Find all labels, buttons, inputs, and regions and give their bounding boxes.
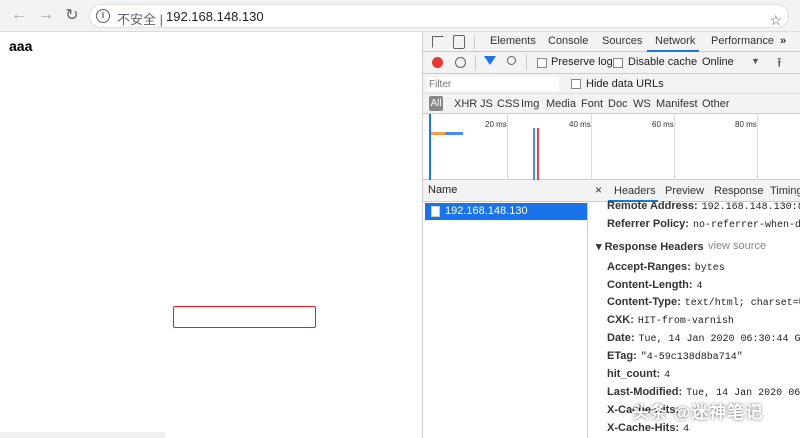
load-marker-blue	[533, 128, 535, 180]
filter-type-media[interactable]: Media	[546, 98, 576, 110]
disable-cache-checkbox[interactable]	[613, 58, 623, 68]
divider	[526, 55, 527, 70]
hide-data-urls-checkbox[interactable]	[571, 79, 581, 89]
filter-type-css[interactable]: CSS	[497, 98, 520, 110]
filter-type-manifest[interactable]: Manifest	[656, 98, 698, 110]
record-icon[interactable]	[432, 57, 443, 68]
tab-headers[interactable]: Headers	[614, 185, 656, 197]
filter-type-ws[interactable]: WS	[633, 98, 651, 110]
tab-performance[interactable]: Performance	[711, 35, 774, 47]
tab-timing[interactable]: Timing	[770, 185, 800, 197]
devtools-tab-bar: Elements Console Sources Network Perform…	[423, 32, 800, 52]
divider	[475, 55, 476, 70]
header-row: Date: Tue, 14 Jan 2020 06:30:44 GMT	[607, 332, 800, 345]
disable-cache-label: Disable cache	[628, 56, 698, 68]
network-overview-timeline[interactable]: 20 ms 40 ms 60 ms 80 ms	[423, 114, 800, 180]
tick-label: 20 ms	[485, 120, 507, 129]
tab-response[interactable]: Response	[714, 185, 764, 197]
header-row-cxk: CXK: HIT-from-varnish	[607, 314, 734, 327]
name-column-header[interactable]: Name	[423, 180, 588, 202]
divider	[474, 35, 475, 49]
request-name: 192.168.148.130	[445, 205, 528, 217]
more-tabs-icon[interactable]: »	[780, 35, 786, 47]
filter-input[interactable]	[427, 77, 559, 91]
import-har-icon[interactable]: ⭱	[777, 54, 782, 76]
tab-preview[interactable]: Preview	[665, 185, 704, 197]
tab-elements[interactable]: Elements	[490, 35, 536, 47]
browser-toolbar: ← → ↻ i 不安全 | 192.168.148.130 ☆	[0, 0, 800, 32]
filter-type-other[interactable]: Other	[702, 98, 730, 110]
network-toolbar: Preserve log Disable cache Online ▼ ⭱	[423, 52, 800, 74]
throttle-select[interactable]: Online	[702, 56, 734, 68]
back-arrow-icon[interactable]: ←	[9, 5, 29, 25]
filter-type-all[interactable]: All	[429, 96, 443, 111]
grid-line	[757, 114, 758, 180]
search-icon[interactable]	[507, 56, 516, 65]
grid-line	[674, 114, 675, 180]
preserve-log-label: Preserve log	[551, 56, 613, 68]
filter-type-doc[interactable]: Doc	[608, 98, 628, 110]
header-row: X-Cache-Hits: 4	[607, 422, 690, 435]
tab-sources[interactable]: Sources	[602, 35, 642, 47]
filter-type-font[interactable]: Font	[581, 98, 603, 110]
response-headers-title[interactable]: ▾ Response Headers	[596, 240, 704, 253]
hide-data-urls-label: Hide data URLs	[586, 78, 664, 90]
filter-type-js[interactable]: JS	[480, 98, 493, 110]
info-icon[interactable]: i	[96, 9, 110, 23]
document-icon	[431, 206, 440, 217]
filter-type-img[interactable]: Img	[521, 98, 539, 110]
request-bar-download	[445, 132, 463, 135]
devtools-panel: Elements Console Sources Network Perform…	[422, 32, 800, 438]
resource-type-filters: All XHR JS CSS Img Media Font Doc WS Man…	[423, 94, 800, 114]
header-row: ETag: "4-59c138d8ba714"	[607, 350, 743, 363]
chevron-down-icon[interactable]: ▼	[751, 56, 760, 66]
filter-type-xhr[interactable]: XHR	[454, 98, 477, 110]
device-toolbar-icon[interactable]	[453, 35, 465, 49]
tick-label: 40 ms	[569, 120, 591, 129]
grid-line	[591, 114, 592, 180]
request-name-column: Name 192.168.148.130	[423, 180, 588, 438]
tick-label: 60 ms	[652, 120, 674, 129]
forward-arrow-icon[interactable]: →	[36, 5, 56, 25]
url-text: 192.168.148.130	[166, 9, 264, 24]
clear-icon[interactable]	[455, 57, 466, 68]
watermark: 头条 @迷神笔记	[632, 403, 764, 422]
highlight-annotation-box	[173, 306, 316, 328]
filter-funnel-icon[interactable]	[484, 56, 496, 65]
header-row: hit_count: 4	[607, 368, 671, 381]
preserve-log-checkbox[interactable]	[537, 58, 547, 68]
inspect-icon[interactable]	[432, 36, 444, 48]
security-label: 不安全 |	[117, 12, 164, 27]
header-row: Accept-Ranges: bytes	[607, 261, 725, 274]
grid-line	[507, 114, 508, 180]
header-row: Content-Length: 4	[607, 279, 703, 292]
tick-label: 80 ms	[735, 120, 757, 129]
details-tab-bar: × Headers Preview Response Timing	[588, 180, 800, 202]
header-row-remote-address: Remote Address: 192.168.148.130:80	[607, 200, 800, 213]
filter-row: Hide data URLs	[423, 74, 800, 94]
horizontal-scrollbar[interactable]	[0, 432, 165, 438]
load-marker-red	[537, 128, 539, 180]
reload-icon[interactable]: ↻	[62, 5, 82, 25]
page-body-text: aaa	[9, 38, 33, 54]
tab-console[interactable]: Console	[548, 35, 588, 47]
bookmark-star-icon[interactable]: ☆	[769, 12, 782, 29]
address-bar[interactable]: i 不安全 | 192.168.148.130 ☆	[89, 4, 789, 28]
header-row: Content-Type:text/html; charset=UTF-	[607, 296, 800, 309]
dom-content-loaded-marker	[429, 114, 431, 180]
close-icon[interactable]: ×	[595, 183, 602, 197]
view-source-link[interactable]: view source	[708, 240, 766, 252]
table-row[interactable]: 192.168.148.130	[425, 203, 587, 220]
header-row-referrer-policy: Referrer Policy:no-referrer-when-downg	[607, 218, 800, 231]
tab-network[interactable]: Network	[655, 35, 695, 47]
